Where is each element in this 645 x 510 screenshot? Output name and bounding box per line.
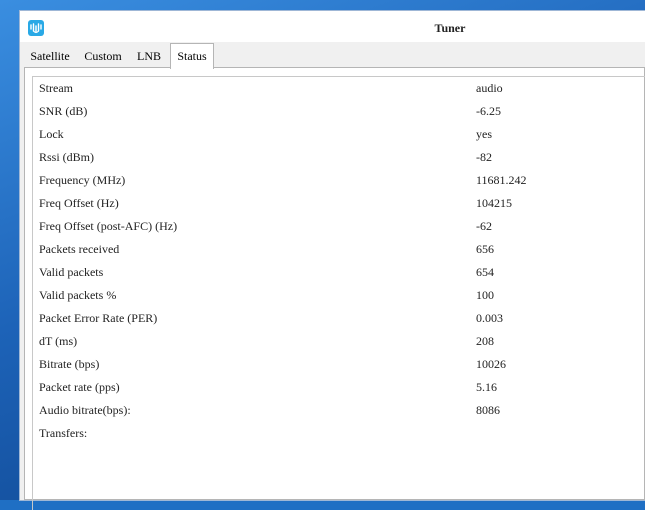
status-value: -82 — [476, 150, 492, 164]
status-row: Valid packets 654 — [33, 261, 633, 284]
status-row: Bitrate (bps) 10026 — [33, 353, 633, 376]
status-row: Lock yes — [33, 123, 633, 146]
status-key: Packet Error Rate (PER) — [39, 311, 158, 325]
status-key: Valid packets % — [39, 288, 117, 302]
status-row: Packet Error Rate (PER) 0.003 — [33, 307, 633, 330]
status-row: Valid packets % 100 — [33, 284, 633, 307]
status-row: Freq Offset (Hz) 104215 — [33, 192, 633, 215]
status-row: Rssi (dBm) -82 — [33, 146, 633, 169]
status-value: 656 — [476, 242, 494, 256]
status-row: SNR (dB) -6.25 — [33, 100, 633, 123]
tab-status[interactable]: Status — [170, 43, 214, 69]
status-key: SNR (dB) — [39, 104, 88, 118]
tab-custom[interactable]: Custom — [78, 45, 128, 67]
status-value: 11681.242 — [476, 173, 527, 187]
status-value: audio — [476, 81, 503, 95]
status-row: Transfers: — [33, 422, 633, 445]
status-key: Stream — [39, 81, 73, 95]
tuner-window: Tuner Satellite Custom LNB Status Stream… — [20, 11, 645, 510]
status-panel: Stream audio SNR (dB) -6.25 Lock yes Rssi (dBm… — [24, 67, 645, 510]
status-value: 5.16 — [476, 380, 497, 394]
status-key: Packet rate (pps) — [39, 380, 120, 394]
status-key: Bitrate (bps) — [39, 357, 100, 371]
status-value: 0.003 — [476, 311, 503, 325]
status-value: -62 — [476, 219, 492, 233]
status-key: Valid packets — [39, 265, 104, 279]
status-key: Packets received — [39, 242, 120, 256]
status-value: -6.25 — [476, 104, 501, 118]
status-row: Frequency (MHz) 11681.242 — [33, 169, 633, 192]
status-key: Transfers: — [39, 426, 88, 440]
status-value: 104215 — [476, 196, 512, 210]
status-value: 208 — [476, 334, 494, 348]
window-title: Tuner — [434, 21, 466, 35]
status-key: Freq Offset (post-AFC) (Hz) — [39, 219, 178, 233]
status-row: Freq Offset (post-AFC) (Hz) -62 — [33, 215, 633, 238]
status-row: Packet rate (pps) 5.16 — [33, 376, 633, 399]
status-row: Stream audio — [33, 77, 633, 100]
status-key: Audio bitrate(bps): — [39, 403, 131, 417]
status-value: 10026 — [476, 357, 506, 371]
status-value: yes — [476, 127, 492, 141]
status-key: Freq Offset (Hz) — [39, 196, 119, 210]
status-key: Frequency (MHz) — [39, 173, 126, 187]
status-row: Audio bitrate(bps): 8086 — [33, 399, 633, 422]
status-key: Lock — [39, 127, 64, 141]
status-row: Packets received 656 — [33, 238, 633, 261]
status-key: dT (ms) — [39, 334, 78, 348]
status-list: Stream audio SNR (dB) -6.25 Lock yes Rssi (dBm… — [32, 76, 645, 510]
tab-bar: Satellite Custom LNB Status — [20, 43, 645, 69]
tab-satellite[interactable]: Satellite — [24, 45, 76, 67]
status-value: 100 — [476, 288, 494, 302]
status-value: 654 — [476, 265, 494, 279]
title-bar[interactable]: Tuner — [20, 11, 645, 42]
status-row: dT (ms) 208 — [33, 330, 633, 353]
tab-lnb[interactable]: LNB — [130, 45, 168, 67]
status-value: 8086 — [476, 403, 500, 417]
status-key: Rssi (dBm) — [39, 150, 95, 164]
